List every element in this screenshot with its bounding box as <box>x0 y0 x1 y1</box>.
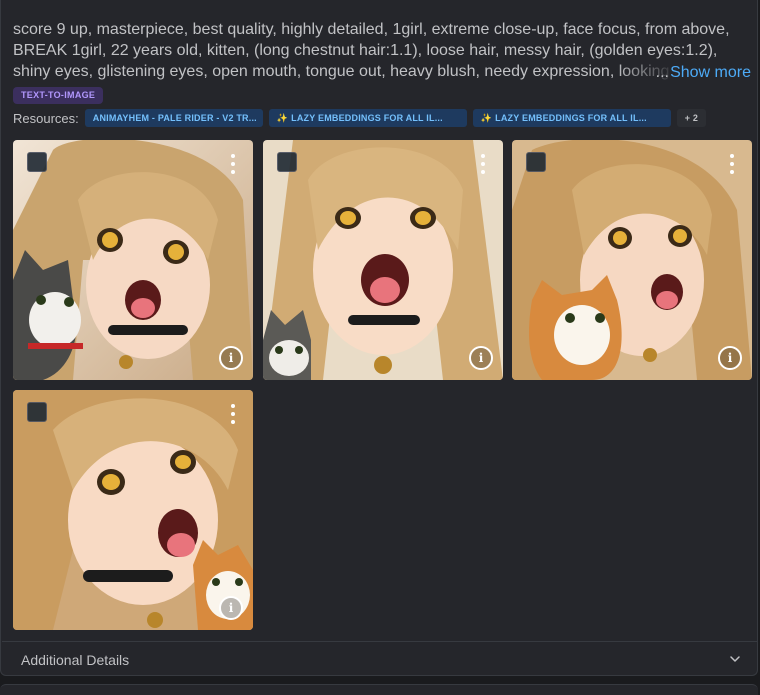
prompt-text-block: score 9 up, masterpiece, best quality, h… <box>13 19 755 83</box>
info-icon[interactable]: i <box>219 596 243 620</box>
process-badge: TEXT-TO-IMAGE <box>13 87 104 104</box>
next-card-edge <box>0 684 758 695</box>
info-icon[interactable]: i <box>219 346 243 370</box>
generated-image-2 <box>263 140 503 380</box>
more-options-icon[interactable] <box>728 154 736 178</box>
more-options-icon[interactable] <box>229 154 237 178</box>
image-tile-2[interactable]: i <box>263 140 503 380</box>
more-resources-chip[interactable]: + 2 <box>676 109 707 127</box>
select-checkbox[interactable] <box>277 152 297 172</box>
additional-details-label: Additional Details <box>21 652 130 668</box>
generated-image-3 <box>512 140 752 380</box>
image-tile-1[interactable]: i <box>13 140 253 380</box>
resources-row: Resources: ANIMAYHEM - PALE RIDER - V2 T… <box>13 109 712 127</box>
info-icon[interactable]: i <box>469 346 493 370</box>
sparkle-icon: ✨ <box>276 113 289 123</box>
info-icon[interactable]: i <box>718 346 742 370</box>
select-checkbox[interactable] <box>526 152 546 172</box>
more-options-icon[interactable] <box>229 404 237 428</box>
resource-chip-3[interactable]: ✨ LAZY EMBEDDINGS FOR ALL IL... <box>472 109 671 127</box>
show-more-link[interactable]: Show more <box>670 62 751 83</box>
more-options-icon[interactable] <box>479 154 487 178</box>
select-checkbox[interactable] <box>27 402 47 422</box>
resource-chip-2[interactable]: ✨ LAZY EMBEDDINGS FOR ALL IL... <box>268 109 467 127</box>
resources-label: Resources: <box>13 110 79 126</box>
generated-image-4 <box>13 390 253 630</box>
chevron-down-icon <box>730 656 740 662</box>
select-checkbox[interactable] <box>27 152 47 172</box>
image-tile-3[interactable]: i <box>512 140 752 380</box>
prompt-ellipsis: ... <box>655 64 669 81</box>
generated-image-1 <box>13 140 253 380</box>
generation-card: score 9 up, masterpiece, best quality, h… <box>0 0 758 676</box>
sparkle-icon: ✨ <box>480 113 493 123</box>
resource-chip-1[interactable]: ANIMAYHEM - PALE RIDER - V2 TR... <box>84 109 263 127</box>
additional-details-accordion[interactable]: Additional Details <box>2 642 758 676</box>
image-tile-4[interactable]: i <box>13 390 253 630</box>
